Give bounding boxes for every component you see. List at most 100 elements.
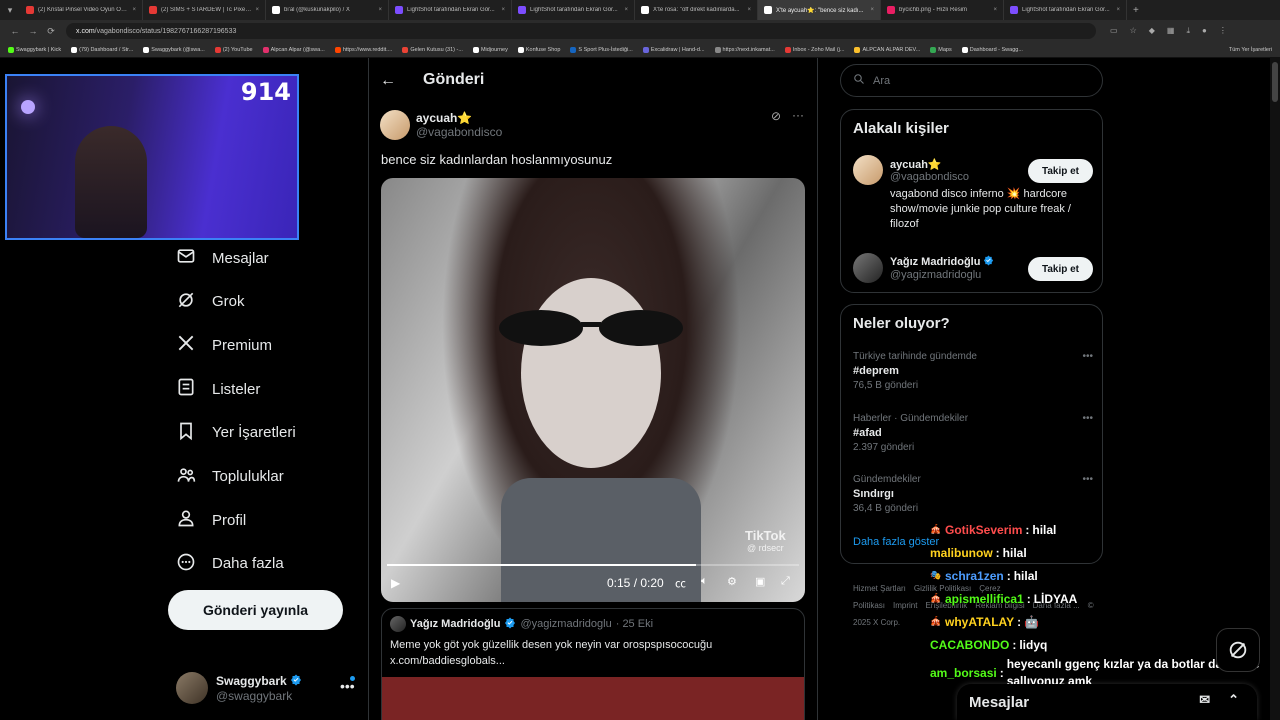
all-bookmarks-link[interactable]: Tüm Yer İşaretleri [1229,47,1272,53]
grok-explain-icon[interactable]: ⊘ [771,109,781,123]
browser-tab[interactable]: (2) Kristal Pinsel Video Oyun Oynamak...… [20,0,143,20]
trend-item[interactable]: Türkiye tarihinde gündemde #deprem 76,5 B … [853,351,1093,391]
trend-more-icon[interactable]: ••• [1082,413,1093,424]
quoted-post[interactable]: Yağız Madridoğlu @yagizmadridoglu · 25 E… [381,608,805,720]
avatar[interactable] [853,253,883,283]
account-switcher[interactable]: Swaggybark @swaggybark ••• [176,668,356,708]
bookmark-item[interactable]: Swaggybark | Kick [8,46,61,53]
browser-tab[interactable]: LightShot tarafından Ekran Gör... × [512,0,635,20]
download-icon[interactable]: ⤓ [1186,26,1190,36]
follow-button[interactable]: Takip et [1028,257,1093,281]
expand-drawer-icon[interactable]: ⌃ [1228,692,1239,708]
tab-close-icon[interactable]: × [255,7,259,13]
bookmark-item[interactable]: (2) YouTube [214,46,253,53]
fullscreen-icon[interactable]: ⤢ [781,575,790,588]
bookmark-item[interactable]: (79) Dashboard / Str... [71,46,133,53]
browser-tab[interactable]: X'te rosa: "off direkt kadınlarda... × [635,0,758,20]
back-arrow-icon[interactable]: ← [380,72,396,90]
play-icon[interactable]: ▶ [391,576,400,590]
new-tab-button[interactable]: + [1133,5,1139,16]
nav-item-7[interactable]: Profil [176,508,246,532]
bookmark-item[interactable]: Konfuse Shop [517,46,560,53]
bookmark-item[interactable]: ALPCAN ALPAR DEV... [854,46,920,53]
author-avatar[interactable] [380,110,410,140]
extension-icon[interactable]: ◆ [1149,26,1155,36]
new-message-icon[interactable]: ✉ [1199,692,1210,708]
tab-close-icon[interactable]: × [993,7,997,13]
bookmark-item[interactable]: Gelen Kutusu (31) -... [402,46,463,53]
star-icon[interactable]: ☆ [1130,26,1137,36]
trend-item[interactable]: Haberler · Gündemdekiler #afad 2.397 gönde… [853,413,1093,453]
trend-more-icon[interactable]: ••• [1082,351,1093,362]
bookmark-item[interactable]: S Sport Plus-İstediği... [570,46,633,53]
follow-button[interactable]: Takip et [1028,159,1093,183]
scrollbar-thumb[interactable] [1272,62,1278,102]
tab-close-icon[interactable]: × [1116,7,1120,13]
tab-close-icon[interactable]: × [132,7,136,13]
author-handle[interactable]: @vagabondisco [416,125,502,139]
tab-close-icon[interactable]: × [747,7,751,13]
bookmark-item[interactable]: Excalidraw | Hand-d... [642,46,705,53]
bookmark-item[interactable]: Maps [930,46,952,53]
avatar[interactable] [853,155,883,185]
bookmark-item[interactable]: Inbox - Zoho Mail (j... [784,46,844,53]
tab-close-icon[interactable]: × [501,7,505,13]
browser-menu-icon[interactable]: ⋮ [1219,26,1227,36]
trend-more-icon[interactable]: ••• [1082,474,1093,485]
nav-item-4[interactable]: Listeler [176,377,260,401]
settings-icon[interactable]: ⚙ [727,575,737,588]
captions-icon[interactable]: ㏄ [675,575,686,591]
post-more-icon[interactable]: ··· [792,108,804,122]
relevant-person-handle[interactable]: @vagabondisco [890,171,969,183]
relevant-person[interactable]: Yağız Madridoğlu @yagizmadridoglu Takip et [853,253,1093,283]
browser-tab[interactable]: bi'al (@kuskunakpilo) / X × [266,0,389,20]
bookmark-item[interactable]: https://www.reddit.... [334,46,392,53]
tab-close-icon[interactable]: × [870,7,874,13]
messages-drawer[interactable]: Mesajlar ✉ ⌃ [957,684,1257,720]
trend-item[interactable]: Gündemdekiler Sındırgı 36,4 B gönderi ••• [853,474,1093,514]
bookmark-item[interactable]: Midjourney [472,46,508,53]
volume-icon[interactable]: 🔈︎ [701,575,708,588]
relevant-person-handle[interactable]: @yagizmadridoglu [890,269,994,281]
video-progress-bar[interactable] [387,564,799,566]
profile-icon[interactable]: ● [1202,26,1207,36]
tab-close-icon[interactable]: × [378,7,382,13]
grok-fab-icon[interactable] [1216,628,1260,672]
browser-tab[interactable]: bycichb.png - Hızlı Resim × [881,0,1004,20]
tab-search-icon[interactable]: ▾ [0,0,20,20]
trends-show-more[interactable]: Daha fazla göster [853,536,939,548]
post-video[interactable]: TikTok @ rdsecr ▶ 0:15 / 0:20 ㏄ 🔈︎ ⚙ ▣ ⤢ [381,178,805,602]
post-author[interactable]: aycuah⭐ @vagabondisco [380,110,502,140]
browser-tab[interactable]: X'te aycuah⭐: "bence siz kadı... × [758,0,881,20]
nav-item-3[interactable]: Premium [176,333,272,357]
relevant-person[interactable]: aycuah⭐ @vagabondisco Takip et vagabond dis… [853,155,1093,232]
bookmark-item[interactable]: Alpcan Alpar (@swa... [262,46,325,53]
browser-tab[interactable]: (2) SIMS + STARDEW | Tc Pixel... × [143,0,266,20]
page-scrollbar[interactable] [1270,58,1280,720]
tab-close-icon[interactable]: × [624,7,628,13]
cast-icon[interactable]: ▭ [1110,26,1118,36]
back-icon[interactable]: ← [6,26,24,36]
reload-icon[interactable]: ⟳ [42,26,60,37]
nav-item-2[interactable]: Grok [176,290,245,314]
nav-item-5[interactable]: Yer İşaretleri [176,421,296,445]
search-input[interactable]: Ara [840,64,1103,97]
bookmark-item[interactable]: Dashboard - Swagg... [961,46,1023,53]
nav-item-6[interactable]: Topluluklar [176,465,284,489]
footer-link[interactable]: Hizmet Şartları [853,584,906,593]
author-name[interactable]: aycuah⭐ [416,111,502,125]
bookmark-item[interactable]: https://next.inkamat... [714,46,775,53]
url-field[interactable]: x.com/vagabondisco/status/19827671662871… [66,23,1096,39]
nav-item-1[interactable]: Mesajlar [176,246,269,270]
nav-item-8[interactable]: Daha fazla [176,552,284,576]
relevant-person-name[interactable]: aycuah⭐ [890,158,969,171]
browser-tab[interactable]: LightShot tarafından Ekran Gör... × [389,0,512,20]
pip-icon[interactable]: ▣ [755,575,765,588]
relevant-person-name[interactable]: Yağız Madridoğlu [890,255,994,269]
footer-link[interactable]: Imprint [893,601,917,610]
forward-icon[interactable]: → [24,26,42,36]
extensions-puzzle-icon[interactable]: ▦ [1167,26,1175,36]
bookmark-item[interactable]: Swaggybark (@swa... [143,46,205,53]
post-button[interactable]: Gönderi yayınla [168,590,343,630]
browser-tab[interactable]: LightShot tarafından Ekran Gör... × [1004,0,1127,20]
